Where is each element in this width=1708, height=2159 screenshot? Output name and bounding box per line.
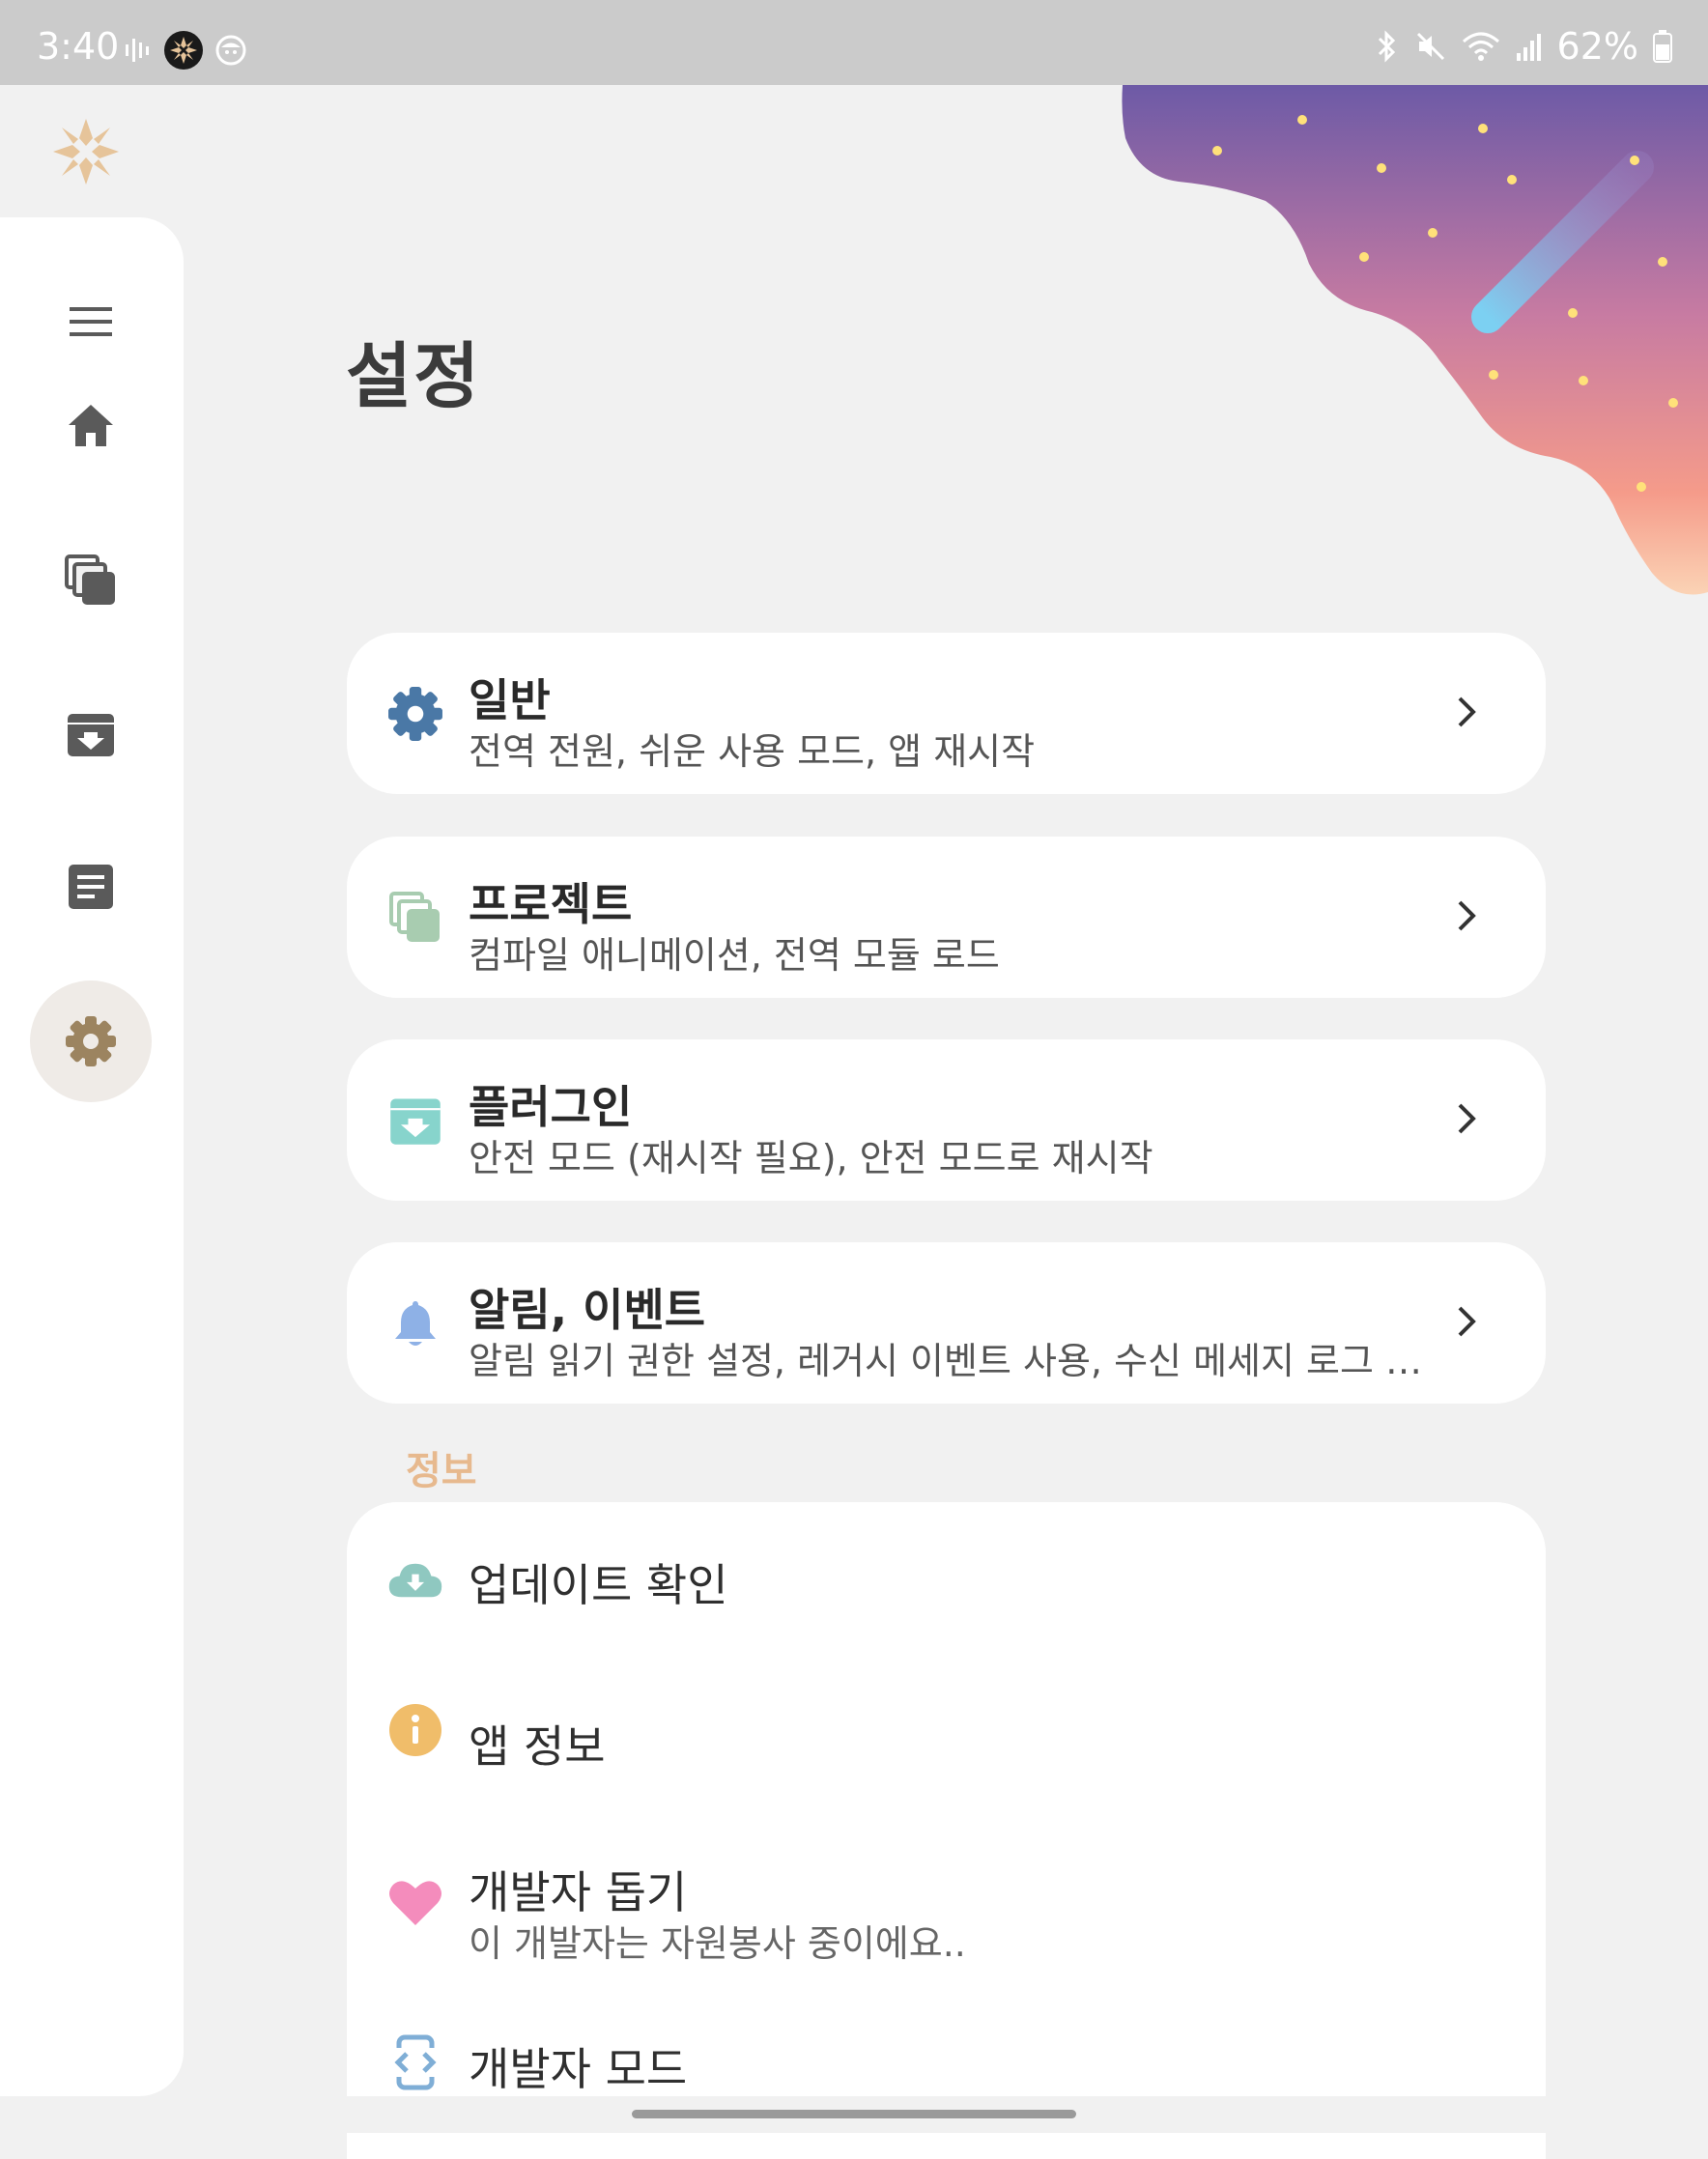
settings-card-general[interactable]: 일반 전역 전원, 쉬운 사용 모드, 앱 재시작 (347, 633, 1546, 794)
battery-icon (1653, 30, 1672, 63)
system-navigation-bar (0, 2096, 1708, 2133)
info-item-title: 개발자 돕기 (469, 1866, 688, 1918)
card-title: 일반 (469, 674, 551, 726)
home-gesture-handle[interactable] (632, 2110, 1076, 2118)
copy-icon (389, 892, 440, 942)
card-subtitle: 컴파일 애니메이션, 전역 모듈 로드 (469, 934, 1000, 977)
settings-card-notifications[interactable]: 알림, 이벤트 알림 읽기 권한 설정, 레거시 이벤트 사용, 수신 메세지 … (347, 1242, 1546, 1404)
signal-icon (1516, 34, 1541, 61)
heart-icon (389, 1881, 441, 1925)
info-item-check-update[interactable]: 업데이트 확인 (347, 1502, 1546, 1657)
info-item-developer-mode[interactable]: 개발자 모드 (347, 1991, 1546, 2107)
battery-percent: 62% (1556, 25, 1638, 68)
gear-icon (388, 687, 442, 741)
settings-card-plugin[interactable]: 플러그인 안전 모드 (재시작 필요), 안전 모드로 재시작 (347, 1039, 1546, 1201)
info-item-title: 업데이트 확인 (469, 1559, 728, 1611)
wifi-icon (1462, 32, 1499, 61)
status-time: 3:40 (37, 25, 120, 68)
copy-icon (65, 554, 115, 605)
home-icon (69, 405, 113, 446)
info-item-title: 앱 정보 (469, 1720, 606, 1773)
audio-bars-icon (126, 39, 149, 62)
chevron-right-icon (1458, 1306, 1476, 1337)
chevron-right-icon (1458, 696, 1476, 727)
card-subtitle: 알림 읽기 권한 설정, 레거시 이벤트 사용, 수신 메세지 로그 … (469, 1340, 1423, 1382)
rail-logs-button[interactable] (30, 826, 152, 948)
card-title: 플러그인 (469, 1081, 633, 1133)
menu-icon (70, 307, 112, 336)
info-item-subtitle: 이 개발자는 자원봉사 중이에요.. (469, 1922, 966, 1965)
status-bar: 3:40 62% (0, 0, 1708, 85)
rail-plugins-button[interactable] (30, 673, 152, 795)
bluetooth-icon (1378, 30, 1395, 63)
chevron-right-icon (1458, 1103, 1476, 1134)
card-title: 프로젝트 (469, 878, 633, 930)
cloud-download-icon (388, 1563, 442, 1598)
decorative-night-sky-illustration (1122, 85, 1708, 595)
settings-card-project[interactable]: 프로젝트 컴파일 애니메이션, 전역 모듈 로드 (347, 837, 1546, 998)
info-item-support-developer[interactable]: 개발자 돕기 이 개발자는 자원봉사 중이에요.. (347, 1819, 1546, 1991)
face-icon (215, 35, 246, 66)
app-logo-icon (164, 31, 203, 70)
navigation-rail (0, 217, 184, 2096)
section-label-info: 정보 (406, 1449, 477, 1493)
info-item-app-info[interactable]: 앱 정보 (347, 1657, 1546, 1819)
app-logo-icon (53, 119, 119, 185)
gear-icon (66, 1016, 116, 1066)
info-card: 업데이트 확인 앱 정보 개발자 돕기 이 개발자는 자원봉사 중이에요.. 개… (347, 1502, 1546, 2159)
info-icon (389, 1704, 441, 1756)
chevron-right-icon (1458, 900, 1476, 931)
card-title: 알림, 이벤트 (469, 1284, 706, 1336)
rail-settings-button[interactable] (30, 980, 152, 1102)
document-icon (69, 865, 113, 909)
page-title: 설정 (346, 335, 482, 418)
code-icon (391, 2034, 440, 2090)
info-item-title: 개발자 모드 (469, 2043, 688, 2095)
rail-home-button[interactable] (30, 365, 152, 487)
rail-projects-button[interactable] (30, 520, 152, 641)
mute-icon (1416, 32, 1444, 61)
archive-icon (68, 714, 114, 756)
card-subtitle: 안전 모드 (재시작 필요), 안전 모드로 재시작 (469, 1137, 1153, 1179)
archive-icon (390, 1098, 441, 1145)
bell-icon (395, 1301, 436, 1346)
card-subtitle: 전역 전원, 쉬운 사용 모드, 앱 재시작 (469, 730, 1036, 773)
